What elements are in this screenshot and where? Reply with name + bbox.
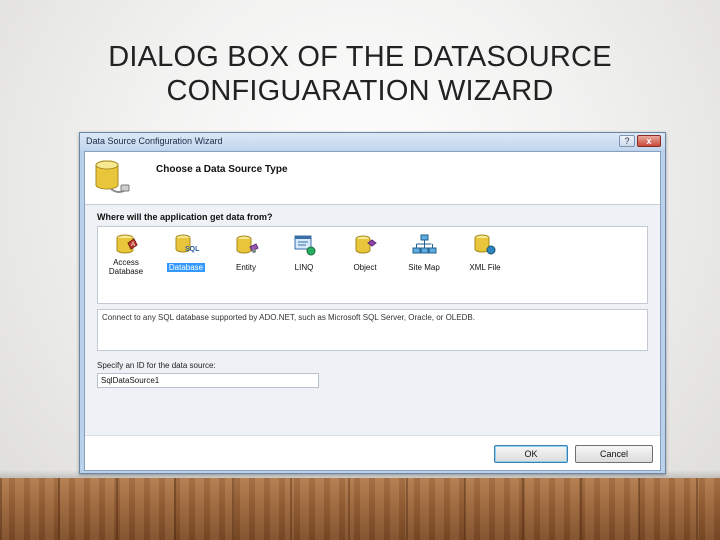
dialog-titlebar[interactable]: Data Source Configuration Wizard ? x [80,133,665,150]
data-source-type-list: A Access Database SQL Database Entity LI… [97,226,648,304]
type-label-site-map: Site Map [408,263,440,272]
slide-title-line-2: CONFIGUARATION WIZARD [166,75,554,107]
wizard-header-title: Choose a Data Source Type [156,164,288,175]
type-access-database[interactable]: A Access Database [98,233,154,279]
type-label-access-database: Access Database [108,258,144,276]
data-source-description: Connect to any SQL database supported by… [97,309,648,351]
cancel-button[interactable]: Cancel [575,445,653,463]
type-site-map[interactable]: Site Map [396,233,452,275]
type-linq[interactable]: LINQ [276,233,332,275]
ok-button[interactable]: OK [494,445,568,463]
window-buttons: ? x [619,135,661,147]
entity-icon [236,235,259,254]
sql-database-icon: SQL [175,234,200,253]
close-button[interactable]: x [637,135,661,147]
type-label-database: Database [166,263,206,272]
xml-file-icon [474,234,496,255]
site-map-icon [412,234,437,254]
type-xml-file[interactable]: XML File [457,233,513,275]
wizard-header: Choose a Data Source Type [85,152,660,204]
data-source-id-label: Specify an ID for the data source: [97,361,216,370]
svg-text:A: A [131,242,135,248]
linq-icon [294,235,316,256]
svg-text:SQL: SQL [185,246,200,253]
type-label-object: Object [353,263,377,272]
type-object[interactable]: Object [337,233,393,275]
data-source-question: Where will the application get data from… [97,212,273,222]
access-database-icon: A [116,234,138,254]
wizard-body: Where will the application get data from… [85,205,660,435]
slide-title-line-1: DIALOG BOX OF THE DATASOURCE [108,41,612,73]
object-icon [355,235,377,254]
wizard-footer: OK Cancel [85,435,660,470]
type-label-linq: LINQ [294,263,314,272]
dialog-window-title: Data Source Configuration Wizard [86,136,223,146]
data-source-wizard-icon [95,160,130,193]
type-label-xml-file: XML File [469,263,501,272]
wooden-floor [0,478,720,540]
data-source-id-input[interactable] [97,373,319,388]
slide-title: DIALOG BOX OF THE DATASOURCE CONFIGUARAT… [60,40,660,108]
dialog-client-area: Choose a Data Source Type Where will the… [84,151,661,471]
data-source-wizard-dialog: Data Source Configuration Wizard ? x Cho… [79,132,666,474]
type-entity[interactable]: Entity [218,233,274,275]
type-label-entity: Entity [235,263,256,272]
type-database[interactable]: SQL Database [158,233,214,275]
help-button[interactable]: ? [619,135,635,147]
